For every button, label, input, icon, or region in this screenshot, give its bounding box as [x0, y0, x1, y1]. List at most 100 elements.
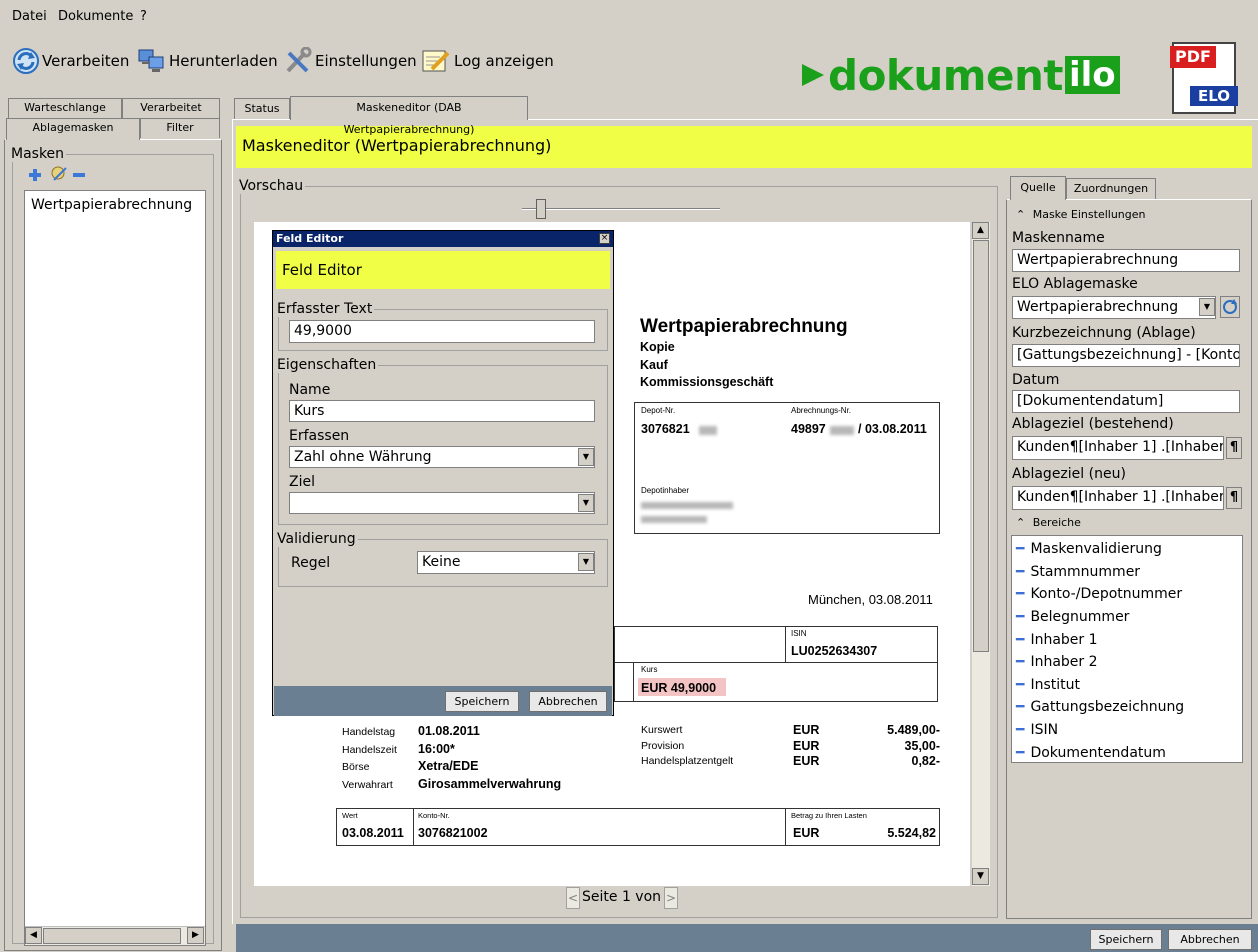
rule-select[interactable]: Keine: [417, 551, 595, 574]
kurs-value: EUR 49,9000: [641, 681, 717, 695]
tab-status[interactable]: Status: [234, 98, 290, 120]
preview-vscrollbar[interactable]: ▲ ▼: [972, 222, 990, 886]
scroll-left-icon[interactable]: ◀: [25, 927, 42, 944]
settings-label: Einstellungen: [315, 52, 417, 70]
pdf-elo-icon: PDF ELO: [1166, 38, 1246, 118]
save-button[interactable]: Speichern: [1090, 929, 1162, 950]
list-item[interactable]: ━ Institut: [1012, 674, 1242, 697]
list-item[interactable]: ━ Inhaber 2: [1012, 651, 1242, 674]
list-item[interactable]: Wertpapierabrechnung: [25, 191, 205, 219]
pilcrow-button[interactable]: ¶: [1226, 487, 1242, 509]
elo-mask-select[interactable]: Wertpapierabrechnung: [1012, 296, 1216, 319]
area-label: Inhaber 2: [1030, 654, 1098, 671]
target-existing-field[interactable]: Kunden¶[Inhaber 1] .[Inhaber 2: [1012, 436, 1224, 460]
refresh-icon: [1223, 299, 1237, 314]
field-editor-cancel-button[interactable]: Abbrechen: [529, 691, 607, 712]
trade-value: 01.08.2011: [418, 724, 480, 738]
minus-icon: ━: [1016, 563, 1025, 580]
abrechnung-date: / 03.08.2011: [858, 422, 927, 436]
logo-suffix: ilo: [1064, 56, 1120, 94]
divider: [633, 662, 634, 702]
list-item[interactable]: ━ Inhaber 1: [1012, 628, 1242, 651]
scroll-thumb[interactable]: [43, 928, 181, 944]
konto-label: Konto-Nr.: [418, 811, 450, 820]
page-indicator: Seite 1 von 1: [582, 889, 675, 905]
chevron-up-icon: ⌃: [1016, 516, 1026, 529]
redaction: [830, 426, 854, 435]
target-new-field[interactable]: Kunden¶[Inhaber 1] .[Inhaber 2: [1012, 486, 1224, 510]
abrechnung-label: Abrechnungs-Nr.: [791, 406, 852, 415]
mask-settings-section[interactable]: ⌃ Maske Einstellungen: [1016, 208, 1146, 221]
minus-icon: ━: [1016, 722, 1025, 739]
close-icon[interactable]: ×: [599, 233, 610, 244]
tab-filter[interactable]: Filter: [140, 118, 220, 138]
capture-select[interactable]: Zahl ohne Währung: [289, 446, 595, 468]
download-button[interactable]: Herunterladen: [137, 46, 278, 76]
refresh-elo-button[interactable]: [1220, 296, 1240, 318]
chevron-down-icon[interactable]: ▼: [578, 553, 594, 571]
masks-group-title: Masken: [11, 146, 65, 162]
tab-ablagemasken[interactable]: Ablagemasken: [6, 118, 140, 140]
areas-title: Bereiche: [1032, 516, 1081, 529]
name-field[interactable]: Kurs: [289, 400, 595, 422]
maskname-field[interactable]: Wertpapierabrechnung: [1012, 249, 1240, 272]
log-button[interactable]: Log anzeigen: [420, 46, 554, 76]
list-item[interactable]: ━ Stammnummer: [1012, 561, 1242, 584]
masks-hscrollbar[interactable]: ◀ ▶: [25, 926, 205, 945]
cancel-button[interactable]: Abbrechen: [1168, 929, 1252, 950]
target-new-label: Ablageziel (neu): [1012, 466, 1126, 482]
menu-datei[interactable]: Datei: [12, 9, 47, 24]
isin-label: ISIN: [791, 629, 807, 638]
pilcrow-button[interactable]: ¶: [1226, 437, 1242, 459]
tab-warteschlange[interactable]: Warteschlange: [8, 98, 122, 118]
settings-button[interactable]: Einstellungen: [283, 46, 417, 76]
tab-zuordnungen[interactable]: Zuordnungen: [1066, 178, 1156, 200]
next-page-button[interactable]: >: [664, 887, 678, 909]
konto-value: 3076821002: [418, 826, 488, 840]
cost-value: 0,82-: [911, 754, 941, 768]
field-editor-save-button[interactable]: Speichern: [445, 691, 519, 712]
list-item[interactable]: ━ Maskenvalidierung: [1012, 538, 1242, 561]
chevron-down-icon[interactable]: ▼: [1199, 298, 1215, 316]
doc-sub-kauf: Kauf: [640, 358, 668, 372]
field-editor-titlebar: Feld Editor: [273, 231, 613, 247]
list-item[interactable]: ━ Dokumentendatum: [1012, 741, 1242, 764]
tab-quelle[interactable]: Quelle: [1010, 176, 1066, 200]
menu-dokumente[interactable]: Dokumente: [58, 9, 133, 24]
minus-icon: ━: [1016, 541, 1025, 558]
tab-mask-editor[interactable]: Maskeneditor (DAB Wertpapierabrechnung): [290, 96, 528, 136]
chevron-down-icon[interactable]: ▼: [578, 494, 594, 512]
list-item[interactable]: ━ ISIN: [1012, 719, 1242, 742]
list-item[interactable]: ━ Gattungsbezeichnung: [1012, 696, 1242, 719]
short-label: Kurzbezeichnung (Ablage): [1012, 325, 1196, 341]
remove-mask-icon[interactable]: [72, 168, 86, 186]
areas-section[interactable]: ⌃ Bereiche: [1016, 516, 1081, 529]
process-button[interactable]: Verarbeiten: [12, 46, 129, 76]
field-editor-window-title: Feld Editor: [276, 232, 344, 245]
date-field[interactable]: [Dokumentendatum]: [1012, 390, 1240, 413]
betrag-label: Betrag zu Ihren Lasten: [791, 811, 867, 820]
tools-icon: [286, 47, 312, 73]
prev-page-button[interactable]: <: [566, 887, 580, 909]
captured-text-field[interactable]: 49,9000: [289, 320, 595, 343]
scroll-up-icon[interactable]: ▲: [972, 222, 989, 239]
cost-labels: Kurswert Provision Handelsplatzentgelt: [641, 723, 733, 770]
add-mask-icon[interactable]: [28, 168, 42, 186]
list-item[interactable]: ━ Belegnummer: [1012, 606, 1242, 629]
log-label: Log anzeigen: [454, 52, 554, 70]
menu-help[interactable]: ?: [140, 9, 147, 24]
scroll-right-icon[interactable]: ▶: [187, 927, 204, 944]
logo-text: dokument: [828, 50, 1063, 100]
zoom-slider-track[interactable]: [522, 208, 720, 210]
menu-bar: Datei Dokumente ?: [0, 0, 1258, 34]
scroll-thumb[interactable]: [973, 240, 989, 652]
edit-mask-icon[interactable]: [50, 166, 68, 186]
target-select[interactable]: [289, 492, 595, 514]
short-field[interactable]: [Gattungsbezeichnung] - [Konto-/De: [1012, 344, 1240, 367]
list-item[interactable]: ━ Konto-/Depotnummer: [1012, 583, 1242, 606]
scroll-down-icon[interactable]: ▼: [972, 868, 989, 885]
tab-verarbeitet[interactable]: Verarbeitet: [122, 98, 220, 118]
chevron-down-icon[interactable]: ▼: [578, 448, 594, 466]
zoom-slider-thumb[interactable]: [536, 199, 546, 219]
minus-icon: ━: [1016, 699, 1025, 716]
